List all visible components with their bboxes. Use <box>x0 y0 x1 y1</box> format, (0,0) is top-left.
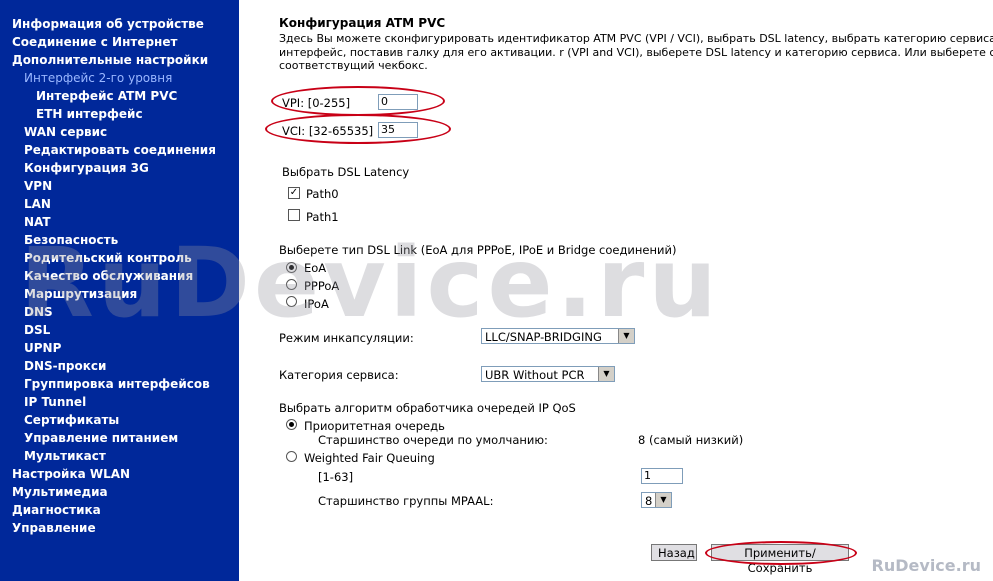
nav-dns-proxy[interactable]: DNS-прокси <box>24 359 106 373</box>
nav-ip-tunnel[interactable]: IP Tunnel <box>24 395 86 409</box>
nav-routing[interactable]: Маршрутизация <box>24 287 137 301</box>
ipoa-radio[interactable] <box>286 296 297 307</box>
nav-eth-interface[interactable]: ETH интерфейс <box>36 107 143 121</box>
nav-edit-connections[interactable]: Редактировать соединения <box>24 143 216 157</box>
path1-checkbox[interactable] <box>288 209 300 221</box>
encapsulation-select[interactable]: LLC/SNAP-BRIDGING ▼ <box>481 328 635 344</box>
path0-checkbox[interactable]: ✓ <box>288 187 300 199</box>
wfq-weight-input[interactable]: 1 <box>641 468 683 484</box>
eoa-radio[interactable] <box>286 262 297 273</box>
nav-power-management[interactable]: Управление питанием <box>24 431 178 445</box>
page-title: Конфигурация ATM PVC <box>279 16 446 30</box>
vci-label: VCI: [32-65535] <box>282 124 374 138</box>
dsl-latency-label: Выбрать DSL Latency <box>282 165 410 179</box>
mpaal-precedence-value: 8 <box>645 494 653 508</box>
page-description: Здесь Вы можете сконфигурировать идентиф… <box>279 32 993 72</box>
ipoa-label: IPoA <box>304 297 329 311</box>
vpi-label: VPI: [0-255] <box>282 96 351 110</box>
nav-wlan-setup[interactable]: Настройка WLAN <box>12 467 130 481</box>
priority-queue-radio[interactable] <box>286 419 297 430</box>
service-category-label: Категория сервиса: <box>279 368 399 382</box>
nav-interface-grouping[interactable]: Группировка интерфейсов <box>24 377 210 391</box>
encapsulation-label: Режим инкапсуляции: <box>279 331 414 345</box>
back-button[interactable]: Назад <box>651 544 697 561</box>
nav-qos[interactable]: Качество обслуживания <box>24 269 193 283</box>
service-category-select[interactable]: UBR Without PCR ▼ <box>481 366 615 382</box>
nav-advanced-settings[interactable]: Дополнительные настройки <box>12 53 208 67</box>
nav-internet-connection[interactable]: Соединение с Интернет <box>12 35 177 49</box>
priority-queue-label: Приоритетная очередь <box>304 419 445 433</box>
sidebar-nav: Информация об устройстве Соединение с Ин… <box>0 0 239 581</box>
qos-algorithm-label: Выбрать алгоритм обработчика очередей IP… <box>279 401 576 415</box>
nav-multicast[interactable]: Мультикаст <box>24 449 106 463</box>
vci-input[interactable]: 35 <box>378 122 418 138</box>
nav-wan-service[interactable]: WAN сервис <box>24 125 107 139</box>
nav-diagnostics[interactable]: Диагностика <box>12 503 101 517</box>
wfq-label: Weighted Fair Queuing <box>304 451 435 465</box>
wfq-range-label: [1-63] <box>318 470 354 484</box>
default-precedence-value: 8 (самый низкий) <box>638 433 744 447</box>
mpaal-precedence-select[interactable]: 8 ▼ <box>641 492 672 508</box>
nav-security[interactable]: Безопасность <box>24 233 118 247</box>
nav-3g-config[interactable]: Конфигурация 3G <box>24 161 149 175</box>
nav-upnp[interactable]: UPNP <box>24 341 61 355</box>
nav-vpn[interactable]: VPN <box>24 179 52 193</box>
main-content: Конфигурация ATM PVC Здесь Вы можете ско… <box>239 0 993 581</box>
nav-dsl[interactable]: DSL <box>24 323 50 337</box>
encapsulation-value: LLC/SNAP-BRIDGING <box>485 330 602 344</box>
chevron-down-icon: ▼ <box>618 329 634 343</box>
nav-multimedia[interactable]: Мультимедиа <box>12 485 108 499</box>
chevron-down-icon: ▼ <box>598 367 614 381</box>
nav-lan[interactable]: LAN <box>24 197 51 211</box>
default-precedence-label: Старшинство очереди по умолчанию: <box>318 433 548 447</box>
pppoa-radio[interactable] <box>286 279 297 290</box>
nav-atm-pvc-interface[interactable]: Интерфейс ATM PVC <box>36 89 177 103</box>
service-category-value: UBR Without PCR <box>485 368 585 382</box>
nav-device-info[interactable]: Информация об устройстве <box>12 17 204 31</box>
nav-parental-control[interactable]: Родительский контроль <box>24 251 192 265</box>
nav-certificates[interactable]: Сертификаты <box>24 413 119 427</box>
path0-label: Path0 <box>306 187 339 201</box>
nav-layer2-interface[interactable]: Интерфейс 2-го уровня <box>24 71 172 85</box>
apply-save-button[interactable]: Применить/Сохранить <box>711 544 849 575</box>
path1-label: Path1 <box>306 210 339 224</box>
eoa-label: EoA <box>304 261 327 275</box>
mpaal-precedence-label: Старшинство группы MPAAL: <box>318 494 494 508</box>
chevron-down-icon: ▼ <box>655 493 671 507</box>
wfq-radio[interactable] <box>286 451 297 462</box>
pppoa-label: PPPoA <box>304 279 340 293</box>
nav-dns[interactable]: DNS <box>24 305 53 319</box>
vpi-input[interactable]: 0 <box>378 94 418 110</box>
nav-nat[interactable]: NAT <box>24 215 51 229</box>
dsl-link-label: Выберете тип DSL Link (EoA для PPPoE, IP… <box>279 243 677 257</box>
nav-management[interactable]: Управление <box>12 521 96 535</box>
